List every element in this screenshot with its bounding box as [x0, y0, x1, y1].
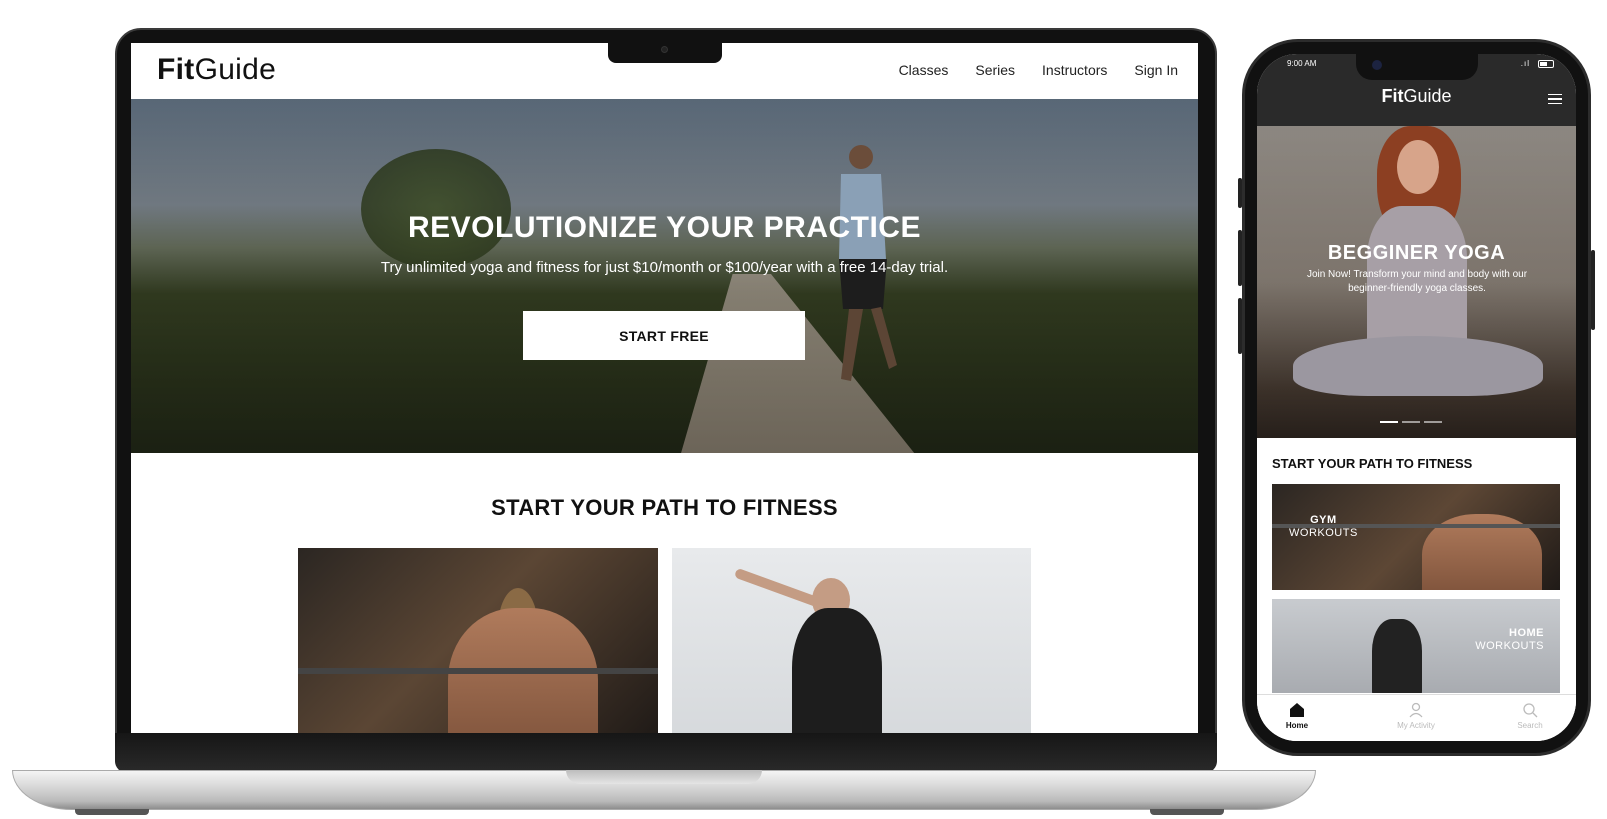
tab-home[interactable]: Home	[1257, 701, 1337, 730]
laptop-groove	[566, 770, 762, 784]
tab-home-label: Home	[1285, 721, 1309, 730]
carousel-dot-1[interactable]	[1380, 421, 1398, 423]
yogi-photo-legs	[1293, 336, 1543, 396]
home-label-line2: WORKOUTS	[1475, 640, 1544, 652]
brand-logo[interactable]: FitGuide	[157, 53, 276, 87]
gym-photo-barbell	[298, 668, 658, 674]
gym-workouts-label: GYM WORKOUTS	[1289, 514, 1358, 540]
battery-icon	[1538, 60, 1554, 68]
carousel-dot-2[interactable]	[1402, 421, 1420, 423]
phone-notch	[1356, 54, 1478, 80]
home-workouts-card[interactable]	[672, 548, 1031, 733]
front-camera-icon	[1372, 60, 1382, 70]
user-icon	[1409, 702, 1423, 718]
mobile-brand-light: Guide	[1403, 86, 1452, 106]
laptop-chin	[115, 733, 1217, 773]
home-workouts-label: HOME WORKOUTS	[1475, 627, 1544, 653]
menu-icon[interactable]	[1548, 94, 1562, 104]
home-photo-athlete	[792, 608, 882, 733]
phone-power-button	[1591, 250, 1595, 330]
mobile-hero-subtitle: Join Now! Transform your mind and body w…	[1306, 269, 1528, 294]
nav-series[interactable]: Series	[975, 62, 1015, 78]
laptop-screen: FitGuide Classes Series Instructors Sign…	[131, 43, 1198, 733]
bottom-tab-bar: Home My Activity Search	[1257, 694, 1576, 741]
tab-search-label: Search	[1517, 721, 1543, 730]
mobile-home-photo-athlete	[1372, 619, 1422, 693]
mobile-brand-bold: Fit	[1381, 86, 1404, 106]
carousel-dot-3[interactable]	[1424, 421, 1442, 423]
device-mockup-stage: FitGuide Classes Series Instructors Sign…	[0, 0, 1607, 819]
status-time: 9:00 AM	[1287, 59, 1317, 68]
carousel-indicators	[1380, 421, 1442, 423]
gym-label-line1: GYM	[1310, 514, 1337, 526]
nav-instructors[interactable]: Instructors	[1042, 62, 1107, 78]
mobile-brand-logo[interactable]: FitGuide	[1257, 86, 1576, 107]
signal-icon: .ıl	[1520, 59, 1530, 68]
start-free-button[interactable]: START FREE	[523, 311, 805, 360]
tab-my-activity[interactable]: My Activity	[1376, 701, 1456, 730]
mobile-hero-carousel[interactable]: BEGGINER YOGA Join Now! Transform your m…	[1257, 126, 1576, 438]
gym-workouts-card[interactable]	[298, 548, 658, 733]
home-icon	[1290, 703, 1304, 717]
hero-title: REVOLUTIONIZE YOUR PRACTICE	[408, 211, 921, 244]
yogi-photo-face	[1397, 140, 1439, 194]
nav-sign-in[interactable]: Sign In	[1134, 62, 1178, 78]
gym-label-line2: WORKOUTS	[1289, 527, 1358, 539]
brand-logo-bold: Fit	[157, 53, 195, 86]
mobile-gym-workouts-card[interactable]: GYM WORKOUTS	[1272, 484, 1560, 590]
home-label-line1: HOME	[1509, 627, 1544, 639]
mobile-section-title: START YOUR PATH TO FITNESS	[1272, 456, 1473, 471]
camera-icon	[661, 46, 668, 53]
main-nav: Classes Series Instructors Sign In	[899, 62, 1178, 78]
mobile-home-workouts-card[interactable]: HOME WORKOUTS	[1272, 599, 1560, 693]
brand-logo-light: Guide	[194, 53, 277, 86]
tab-search[interactable]: Search	[1490, 701, 1570, 730]
nav-classes[interactable]: Classes	[899, 62, 949, 78]
laptop-foot-left	[75, 809, 149, 815]
phone-screen: 9:00 AM .ıl FitGuide BEGGINER YOGA Join …	[1257, 54, 1576, 741]
mobile-hero-title: BEGGINER YOGA	[1327, 242, 1506, 264]
laptop-foot-right	[1150, 809, 1224, 815]
search-icon	[1523, 703, 1538, 718]
mobile-header: FitGuide	[1257, 80, 1576, 126]
laptop-notch	[608, 43, 722, 63]
tab-my-activity-label: My Activity	[1397, 721, 1435, 730]
section-title: START YOUR PATH TO FITNESS	[491, 495, 838, 520]
hero-subtitle: Try unlimited yoga and fitness for just …	[380, 259, 949, 276]
hero-tree-image	[361, 149, 511, 269]
hero-banner: REVOLUTIONIZE YOUR PRACTICE Try unlimite…	[131, 99, 1198, 453]
